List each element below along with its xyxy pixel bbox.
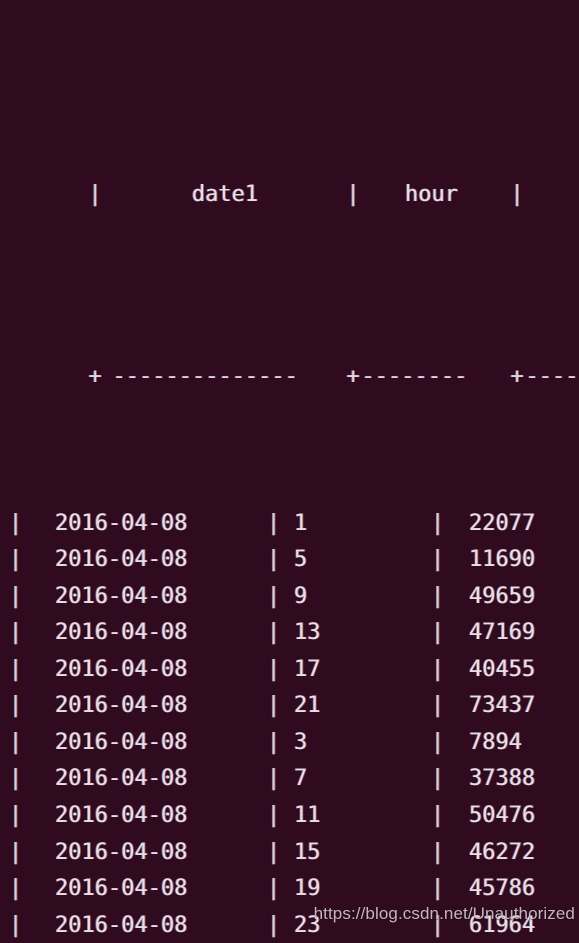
border-vertical-1: |	[267, 583, 281, 609]
cell-pv: 11690	[469, 547, 536, 573]
border-vertical-1: |	[346, 181, 360, 207]
border-vertical-1: |	[267, 876, 281, 902]
border-vertical-left: |	[9, 876, 23, 902]
border-vertical-left: |	[9, 620, 23, 646]
cell-hour: 5	[294, 547, 308, 573]
cell-date1: 2016-04-08	[55, 583, 188, 609]
cell-pv: 45786	[469, 876, 536, 902]
border-vertical-1: |	[267, 693, 281, 719]
border-vertical-2: |	[431, 766, 445, 792]
separator-cross-1: +	[346, 364, 360, 390]
cell-hour: 1	[294, 510, 308, 536]
cell-date1: 2016-04-08	[55, 547, 188, 573]
watermark-text: https://blog.csdn.net/Unauthorized	[313, 904, 575, 923]
cell-pv: 7894	[469, 729, 522, 755]
cell-date1: 2016-04-08	[55, 620, 188, 646]
border-vertical-1: |	[267, 510, 281, 536]
column-header-pv: pv	[525, 177, 579, 214]
cell-date1: 2016-04-08	[55, 729, 188, 755]
cell-date1: 2016-04-08	[55, 656, 188, 682]
cell-date1: 2016-04-08	[55, 693, 188, 719]
cell-date1: 2016-04-08	[55, 510, 188, 536]
border-vertical-left: |	[88, 181, 102, 207]
table-row: |2016-04-08|15|46272|	[0, 835, 579, 872]
border-vertical-1: |	[267, 656, 281, 682]
terminal-screen: |date1|hour|pv| +--------------+--------…	[0, 0, 579, 943]
table-row: |2016-04-08|3|7894|	[0, 725, 579, 762]
border-vertical-1: |	[267, 803, 281, 829]
border-vertical-left: |	[9, 656, 23, 682]
border-vertical-left: |	[9, 693, 23, 719]
cell-pv: 73437	[469, 693, 536, 719]
column-header-date1: date1	[191, 181, 259, 207]
cell-hour: 3	[294, 729, 308, 755]
border-vertical-2: |	[431, 839, 445, 865]
border-vertical-left: |	[9, 729, 23, 755]
cell-date1: 2016-04-08	[55, 876, 188, 902]
cell-hour: 9	[294, 583, 308, 609]
border-vertical-1: |	[267, 766, 281, 792]
cell-hour: 15	[294, 839, 321, 865]
border-vertical-left: |	[9, 766, 23, 792]
border-vertical-2: |	[510, 181, 524, 207]
table-row: |2016-04-08|19|45786|	[0, 871, 579, 908]
table-header-row: |date1|hour|pv|	[0, 140, 579, 207]
cell-date1: 2016-04-08	[55, 766, 188, 792]
cell-pv: 50476	[469, 803, 536, 829]
cell-hour: 11	[294, 803, 321, 829]
table-row: |2016-04-08|11|50476|	[0, 798, 579, 835]
column-header-hour: hour	[404, 181, 458, 207]
table-row: |2016-04-08|13|47169|	[0, 615, 579, 652]
border-vertical-1: |	[267, 620, 281, 646]
cell-hour: 17	[294, 656, 321, 682]
cell-hour: 19	[294, 876, 321, 902]
border-vertical-2: |	[431, 876, 445, 902]
border-vertical-left: |	[9, 839, 23, 865]
cell-pv: 46272	[469, 839, 536, 865]
border-vertical-left: |	[9, 803, 23, 829]
border-vertical-2: |	[431, 510, 445, 536]
cell-pv: 22077	[469, 510, 536, 536]
separator-cross-2: +	[510, 364, 524, 390]
border-vertical-2: |	[431, 547, 445, 573]
border-vertical-1: |	[267, 912, 281, 938]
table-row: |2016-04-08|5|11690|	[0, 542, 579, 579]
separator-dashes-hour: --------	[361, 364, 468, 390]
separator-dashes-pv: ---------	[525, 364, 579, 390]
border-vertical-1: |	[267, 547, 281, 573]
table-separator-top: +--------------+--------+---------+	[0, 323, 579, 389]
cell-pv: 37388	[469, 766, 536, 792]
table-row: |2016-04-08|1|22077|	[0, 506, 579, 543]
border-vertical-1: |	[267, 839, 281, 865]
query-result-table: |date1|hour|pv| +--------------+--------…	[0, 0, 579, 943]
cell-hour: 7	[294, 766, 308, 792]
cell-pv: 49659	[469, 583, 536, 609]
cell-date1: 2016-04-08	[55, 803, 188, 829]
border-vertical-2: |	[431, 693, 445, 719]
border-vertical-left: |	[9, 912, 23, 938]
table-row: |2016-04-08|7|37388|	[0, 761, 579, 798]
border-vertical-2: |	[431, 729, 445, 755]
border-vertical-left: |	[9, 547, 23, 573]
table-row: |2016-04-08|17|40455|	[0, 652, 579, 689]
border-vertical-2: |	[431, 620, 445, 646]
cell-date1: 2016-04-08	[55, 912, 188, 938]
table-row: |2016-04-08|9|49659|	[0, 579, 579, 616]
cell-pv: 40455	[469, 656, 536, 682]
border-vertical-2: |	[431, 583, 445, 609]
border-vertical-2: |	[431, 656, 445, 682]
border-vertical-2: |	[431, 803, 445, 829]
separator-cross-left: +	[88, 364, 102, 390]
cell-hour: 21	[294, 693, 321, 719]
cell-pv: 47169	[469, 620, 536, 646]
cell-date1: 2016-04-08	[55, 839, 188, 865]
table-row: |2016-04-08|21|73437|	[0, 688, 579, 725]
border-vertical-left: |	[9, 583, 23, 609]
border-vertical-left: |	[9, 510, 23, 536]
border-vertical-1: |	[267, 729, 281, 755]
table-body: | 2016-04-08 | 1 | 22077 | | 2016-04-08 | 5 | 11690 |…	[0, 506, 579, 943]
separator-dashes-date1: --------------	[112, 364, 298, 390]
cell-hour: 13	[294, 620, 321, 646]
